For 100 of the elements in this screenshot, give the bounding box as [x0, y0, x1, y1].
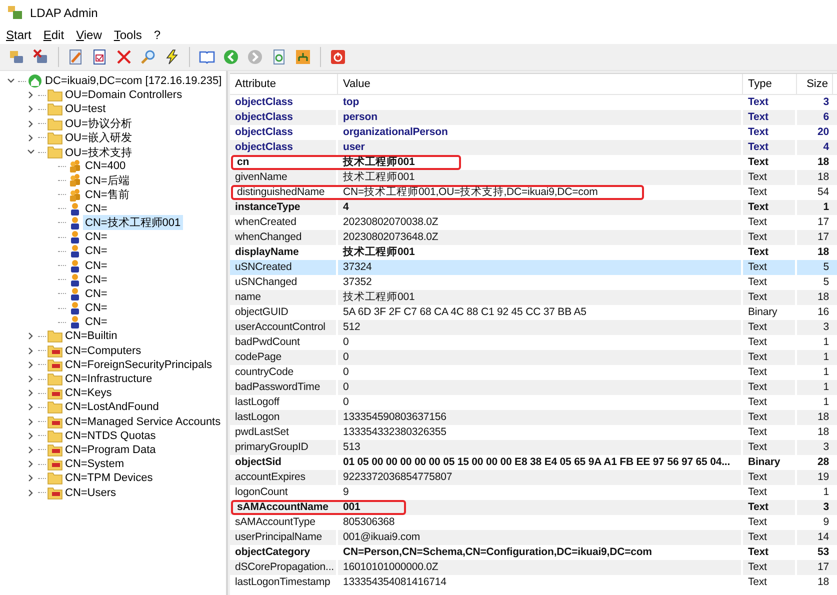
size-cell-text: 1 — [822, 380, 830, 395]
folder-icon — [47, 400, 63, 414]
table-row[interactable]: whenChanged 20230802073648.0Z Text 17 — [230, 230, 837, 245]
folder-icon — [47, 329, 63, 344]
folder-icon — [47, 486, 63, 500]
menu-item[interactable]: Start — [2, 28, 36, 42]
menu-item[interactable]: ? — [150, 28, 165, 42]
table-row[interactable]: codePage 0 Text 1 — [230, 350, 837, 365]
folder-icon — [47, 457, 63, 472]
properties-icon — [92, 49, 108, 65]
table-row[interactable]: lastLogon 133354590803637156 Text 18 — [230, 410, 837, 425]
tree-item[interactable]: CN= — [83, 288, 110, 300]
size-cell-text: 3 — [822, 500, 830, 515]
size-cell-text: 18 — [816, 290, 830, 305]
size-cell-text: 1 — [822, 395, 830, 410]
table-row[interactable]: accountExpires 9223372036854775807 Text 19 — [230, 470, 837, 485]
tree-item[interactable]: DC=ikuai9,DC=com [172.16.19.235] — [43, 75, 224, 88]
tree-item[interactable]: CN=Builtin — [63, 330, 120, 342]
delete-icon — [116, 49, 132, 65]
tree-item[interactable]: CN= — [83, 260, 110, 272]
group-icon — [67, 159, 83, 174]
size-cell-text: 5 — [822, 260, 830, 275]
tree-item[interactable]: OU=test — [63, 103, 108, 116]
refresh-icon — [271, 49, 287, 65]
tree-item[interactable]: CN= — [83, 274, 110, 286]
tree-item[interactable]: CN=TPM Devices — [63, 472, 155, 484]
tree-item[interactable]: CN=System — [63, 458, 126, 470]
size-cell-text: 28 — [816, 455, 830, 470]
tree-item[interactable]: OU=嵌入研发 — [63, 130, 134, 146]
table-row[interactable]: name 技术工程师001 Text 18 — [230, 290, 837, 305]
tree-icon — [295, 49, 311, 65]
tree-item[interactable]: CN=Keys — [63, 387, 114, 400]
size-cell-text: 5 — [822, 275, 830, 290]
size-cell-text: 18 — [816, 575, 830, 590]
attribute-cell: objectClass — [230, 140, 338, 155]
table-row[interactable]: userAccountControl 512 Text 3 — [230, 320, 837, 335]
folder-icon — [47, 130, 63, 145]
size-cell-text: 6 — [822, 110, 830, 125]
size-cell-text: 18 — [816, 155, 830, 170]
tree-item[interactable]: CN=LostAndFound — [63, 401, 161, 414]
value-cell-text: CN=技术工程师001,OU=技术支持,DC=ikuai9,DC=com — [342, 185, 599, 200]
size-cell-text: 14 — [816, 530, 830, 545]
table-row[interactable]: primaryGroupID 513 Text 3 — [230, 440, 837, 455]
tree-item[interactable]: CN=后端 — [83, 172, 132, 188]
tree-item[interactable]: CN=Computers — [63, 344, 144, 357]
table-row[interactable]: sAMAccountName 001 Text 3 — [230, 500, 837, 515]
tree-item[interactable]: CN=技术工程师001 — [83, 215, 183, 230]
table-row[interactable]: objectClass person Text 6 — [230, 110, 837, 125]
menu-item[interactable]: Tools — [110, 28, 146, 42]
tree-item[interactable]: CN=400 — [83, 160, 128, 172]
column-header[interactable]: Type — [743, 74, 797, 94]
column-header[interactable]: Size — [797, 74, 833, 94]
size-cell-text: 18 — [816, 245, 830, 260]
table-row[interactable]: uSNCreated 37324 Text 5 — [230, 260, 837, 275]
tree-item[interactable]: CN= — [83, 202, 110, 215]
size-cell-text: 3 — [822, 95, 830, 110]
tree-item[interactable]: CN=Program Data — [63, 444, 158, 456]
tree-item[interactable]: CN= — [83, 302, 110, 314]
table-row[interactable]: dSCorePropagation... 16010101000000.0Z Text 17 — [230, 560, 837, 575]
attribute-cell-text: distinguishedName — [236, 185, 326, 200]
size-cell-text: 16 — [816, 305, 830, 320]
table-row[interactable]: givenName 技术工程师001 Text 18 — [230, 170, 837, 185]
tree-item[interactable]: CN=Managed Service Accounts — [63, 416, 223, 428]
table-row[interactable]: objectClass user Text 4 — [230, 140, 837, 155]
column-header[interactable]: Attribute — [230, 74, 338, 94]
edit-icon — [68, 49, 84, 65]
value-cell-text: 001 — [342, 500, 362, 515]
size-cell-text: 1 — [822, 350, 830, 365]
size-cell-text: 1 — [822, 200, 830, 215]
folder-icon — [47, 428, 63, 443]
tree-item[interactable]: CN= — [83, 245, 110, 258]
table-row[interactable]: badPasswordTime 0 Text 1 — [230, 380, 837, 395]
column-header[interactable]: Value — [338, 74, 743, 94]
folder-icon — [47, 102, 63, 116]
tree-item[interactable]: OU=协议分析 — [63, 116, 134, 132]
group-icon — [67, 188, 83, 202]
tree-item[interactable]: CN=售前 — [83, 187, 132, 202]
tree-item[interactable]: CN=Users — [63, 486, 118, 499]
folder-icon — [47, 471, 63, 486]
menu-item[interactable]: Edit — [39, 28, 68, 42]
size-cell-text: 1 — [822, 485, 830, 500]
connect-icon — [9, 49, 25, 65]
attribute-cell: givenName — [230, 170, 338, 185]
size-cell-text: 17 — [816, 560, 830, 575]
tree-item[interactable]: CN= — [83, 316, 110, 328]
type-cell: Text — [743, 575, 797, 590]
size-cell-text: 4 — [822, 140, 830, 155]
size-cell-text: 17 — [816, 215, 830, 230]
tree-item[interactable]: OU=技术支持 — [63, 144, 134, 160]
size-cell-text: 18 — [816, 425, 830, 440]
tree-item[interactable]: OU=Domain Controllers — [63, 89, 184, 102]
tree-item[interactable]: CN=NTDS Quotas — [63, 430, 158, 442]
tree-item[interactable]: CN=Infrastructure — [63, 373, 154, 386]
size-cell-text: 9 — [822, 515, 830, 530]
tree-item[interactable]: CN=ForeignSecurityPrincipals — [63, 358, 214, 371]
tree-item[interactable]: CN= — [83, 231, 110, 244]
attribute-cell: logonCount — [230, 485, 338, 500]
table-row[interactable]: userPrincipalName 001@ikuai9.com Text 14 — [230, 530, 837, 545]
menu-item[interactable]: View — [72, 28, 106, 42]
table-row[interactable]: instanceType 4 Text 1 — [230, 200, 837, 215]
